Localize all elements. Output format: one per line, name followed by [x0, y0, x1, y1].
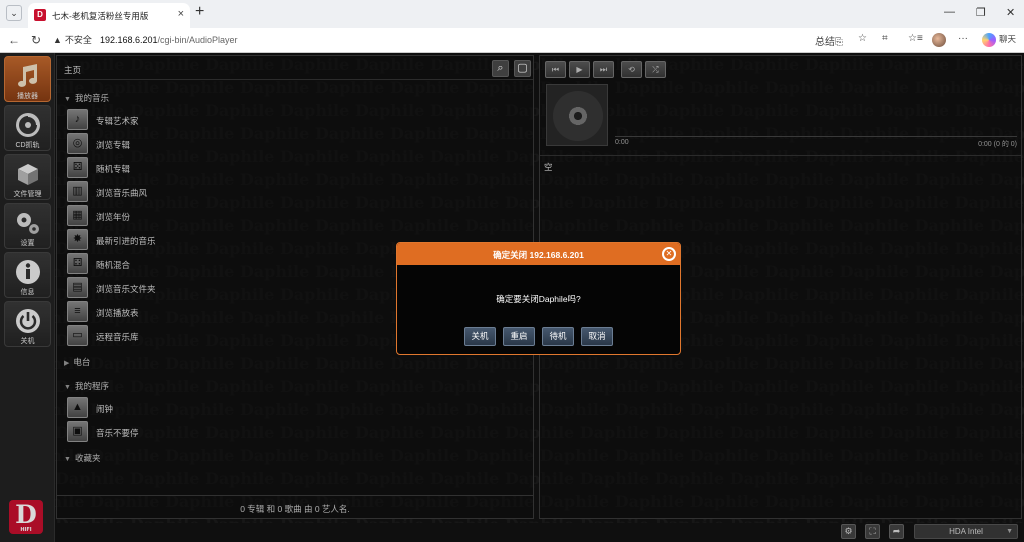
cancel-button[interactable]: 取消	[581, 327, 613, 346]
shutdown-dialog: 确定关闭 192.168.6.201 ✕ 确定要关闭Daphile吗? 关机 重…	[396, 242, 681, 355]
insecure-label: 不安全	[64, 35, 92, 45]
dialog-close-icon[interactable]: ✕	[662, 247, 676, 261]
dialog-title: 确定关闭 192.168.6.201	[493, 250, 584, 260]
restore-icon[interactable]: ❐	[976, 6, 986, 19]
favorite-star-icon[interactable]: ☆	[858, 33, 867, 44]
copilot-icon[interactable]	[982, 33, 996, 47]
warning-icon: ▲	[53, 35, 62, 45]
shutdown-button[interactable]: 关机	[464, 327, 496, 346]
tab-list-button[interactable]: ⌄	[6, 5, 22, 21]
tab-close-icon[interactable]: ×	[178, 8, 184, 20]
window-close-icon[interactable]: ✕	[1006, 6, 1015, 19]
restart-button[interactable]: 重启	[503, 327, 535, 346]
summarize-icon: ⎘	[835, 37, 843, 48]
extensions-icon[interactable]: ⌗	[882, 33, 888, 44]
browser-tab[interactable]: D 七木-老机复活粉丝专用版 ×	[28, 3, 190, 28]
back-icon[interactable]: ←	[8, 33, 20, 47]
url-path: /cgi-bin/AudioPlayer	[157, 35, 238, 45]
summarize-label: 总结	[815, 37, 835, 48]
standby-button[interactable]: 待机	[542, 327, 574, 346]
tab-title: 七木-老机复活粉丝专用版	[52, 11, 149, 21]
chat-button[interactable]: 聊天	[999, 33, 1016, 45]
more-menu-icon[interactable]: ···	[958, 33, 968, 44]
profile-avatar[interactable]	[932, 33, 946, 47]
browser-tab-strip: ⌄ D 七木-老机复活粉丝专用版 × + — ❐ ✕	[0, 0, 1024, 28]
reload-icon[interactable]: ↻	[31, 33, 41, 47]
address-bar: ← ↻ ▲ 不安全 192.168.6.201/cgi-bin/AudioPlaye…	[0, 28, 1024, 53]
tab-favicon-icon: D	[34, 9, 46, 21]
summarize-button[interactable]: 总结⎘	[815, 33, 843, 48]
dialog-message: 确定要关闭Daphile吗?	[496, 294, 581, 304]
favorites-list-icon[interactable]: ☆≡	[908, 33, 923, 44]
url-field[interactable]: ▲ 不安全 192.168.6.201/cgi-bin/AudioPlayer	[53, 33, 238, 46]
new-tab-button[interactable]: +	[195, 3, 204, 21]
dialog-header: 确定关闭 192.168.6.201 ✕	[397, 243, 680, 265]
url-host: 192.168.6.201	[99, 35, 158, 45]
minimize-icon[interactable]: —	[944, 6, 955, 18]
